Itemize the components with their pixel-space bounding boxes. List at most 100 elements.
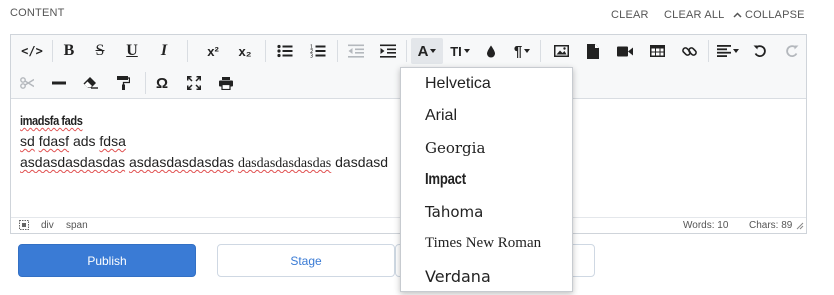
align-icon	[717, 45, 731, 57]
underline-button[interactable]: U	[119, 38, 145, 64]
insert-video-button[interactable]	[612, 38, 638, 64]
text-run: dasdasd	[335, 154, 389, 170]
table-icon	[649, 45, 665, 57]
chevron-up-icon	[733, 12, 742, 18]
omega-icon: Ω	[155, 74, 169, 92]
toolbar-divider	[337, 40, 338, 62]
font-option-tahoma[interactable]: Tahoma	[425, 203, 483, 221]
text-color-button[interactable]	[478, 38, 504, 64]
caret-down-icon	[430, 49, 437, 53]
char-count: Chars: 89	[749, 220, 793, 231]
bullet-list-icon	[277, 44, 293, 58]
image-icon	[553, 45, 569, 57]
redo-icon	[785, 44, 799, 58]
expand-icon	[187, 76, 201, 90]
font-size-icon: TI	[450, 43, 462, 59]
element-path-icon	[19, 220, 29, 230]
collapse-button[interactable]: COLLAPSE	[733, 9, 805, 21]
font-option-arial[interactable]: Arial	[425, 107, 457, 125]
droplet-icon	[486, 45, 496, 58]
numbered-list-icon: 123	[310, 44, 326, 58]
horizontal-line-button[interactable]	[46, 70, 72, 96]
cut-button[interactable]	[14, 70, 40, 96]
text-run: asdasdasdasdas	[20, 154, 126, 170]
editor-content[interactable]: imadsfa fads sd fdasf ads fdsa asdasdasd…	[20, 110, 410, 173]
strikethrough-button[interactable]: S	[87, 38, 113, 64]
strikethrough-icon: S	[95, 42, 105, 59]
code-view-button[interactable]: </>	[19, 38, 45, 64]
print-button[interactable]	[213, 70, 239, 96]
eraser-icon	[83, 77, 99, 89]
indent-button[interactable]	[375, 38, 401, 64]
font-option-verdana[interactable]: Verdana	[425, 267, 491, 286]
caret-down-icon	[524, 49, 531, 53]
scissors-icon	[20, 77, 34, 89]
content-line: asdasdasdasdas asdasdasdasdas dasdasdasd…	[20, 152, 410, 173]
insert-file-button[interactable]	[580, 38, 606, 64]
unordered-list-button[interactable]	[272, 38, 298, 64]
special-characters-button[interactable]: Ω	[149, 70, 175, 96]
outdent-button[interactable]	[343, 38, 369, 64]
font-option-times-new-roman[interactable]: Times New Roman	[425, 235, 541, 252]
toolbar-divider	[265, 40, 266, 62]
content-line: sd fdasf ads fdsa	[20, 131, 410, 152]
text-run: fdsa	[99, 133, 126, 149]
text-run: asdasdasdasdas	[128, 154, 235, 170]
toolbar-divider	[52, 40, 53, 62]
font-family-dropdown: Helvetica Arial Georgia Impact Tahoma Ti…	[400, 67, 573, 292]
font-family-button[interactable]: A	[411, 38, 443, 64]
path-span[interactable]: span	[66, 220, 88, 231]
text-run: ads	[72, 133, 96, 149]
text-run: dasdasdasdasdas	[237, 156, 332, 171]
pilcrow-icon: ¶	[513, 42, 523, 60]
insert-link-button[interactable]	[676, 38, 702, 64]
redo-button[interactable]	[779, 38, 805, 64]
svg-text:3: 3	[310, 54, 313, 59]
paint-roller-icon	[116, 76, 130, 90]
font-option-impact[interactable]: Impact	[425, 171, 466, 189]
path-div[interactable]: div	[41, 220, 54, 231]
fullscreen-button[interactable]	[181, 70, 207, 96]
bold-button[interactable]: B	[56, 38, 82, 64]
resize-handle-icon[interactable]	[795, 221, 804, 230]
content-line: imadsfa fads	[20, 110, 410, 131]
align-button[interactable]	[714, 38, 742, 64]
subscript-icon: x₂	[238, 43, 252, 59]
impact-text: imadsfa fads	[20, 113, 83, 128]
caret-down-icon	[733, 49, 739, 53]
indent-icon	[380, 44, 396, 58]
paragraph-format-button[interactable]: ¶	[508, 38, 536, 64]
clear-button[interactable]: CLEAR	[611, 9, 649, 21]
toolbar-divider	[406, 40, 407, 62]
section-label: CONTENT	[10, 7, 65, 19]
text-run: fdasf	[38, 133, 70, 149]
font-size-button[interactable]: TI	[446, 38, 474, 64]
superscript-button[interactable]: x²	[200, 38, 226, 64]
stage-button[interactable]: Stage	[217, 244, 395, 277]
outdent-icon	[348, 44, 364, 58]
file-icon	[587, 43, 599, 59]
italic-icon: I	[160, 42, 168, 59]
print-icon	[219, 76, 233, 90]
subscript-button[interactable]: x₂	[232, 38, 258, 64]
font-option-georgia[interactable]: Georgia	[425, 139, 485, 157]
undo-button[interactable]	[747, 38, 773, 64]
video-icon	[617, 46, 633, 57]
toolbar-divider	[145, 72, 146, 94]
clear-all-button[interactable]: CLEAR ALL	[664, 9, 725, 21]
italic-button[interactable]: I	[151, 38, 177, 64]
undo-icon	[753, 44, 767, 58]
collapse-label: COLLAPSE	[745, 9, 805, 21]
caret-down-icon	[463, 49, 470, 53]
paint-format-button[interactable]	[110, 70, 136, 96]
publish-button[interactable]: Publish	[18, 244, 196, 277]
link-icon	[681, 44, 697, 59]
clear-formatting-button[interactable]	[78, 70, 104, 96]
underline-icon: U	[126, 42, 138, 59]
bold-icon: B	[63, 42, 75, 59]
toolbar-divider	[708, 40, 709, 62]
insert-table-button[interactable]	[644, 38, 670, 64]
insert-image-button[interactable]	[548, 38, 574, 64]
ordered-list-button[interactable]: 123	[305, 38, 331, 64]
font-option-helvetica[interactable]: Helvetica	[425, 75, 491, 93]
